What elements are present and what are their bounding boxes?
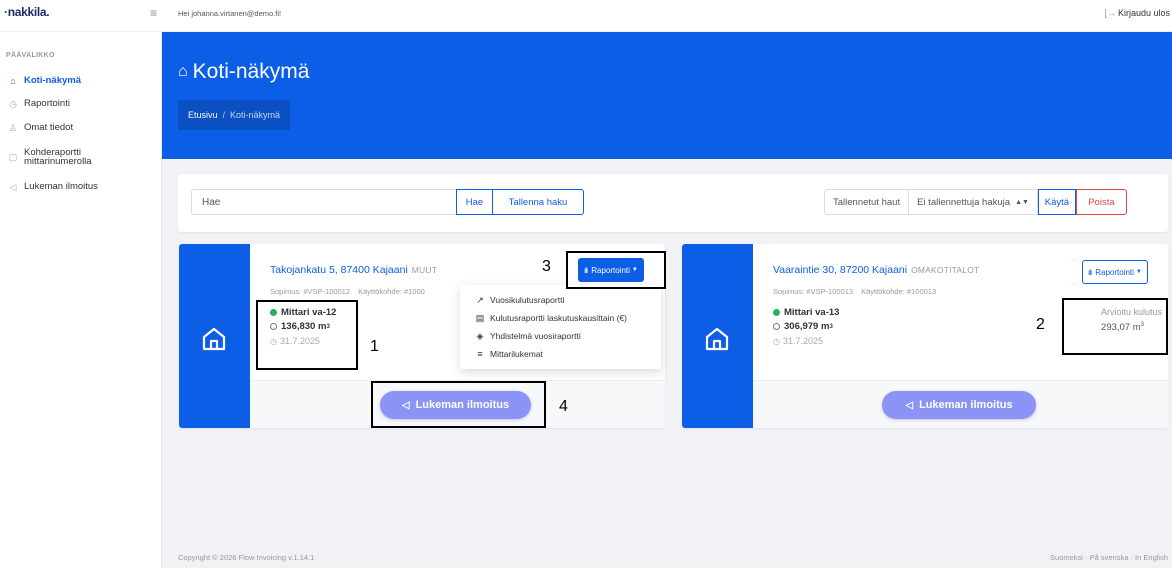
hero-header: ⌂ Koti-näkymä Etusivu / Koti-näkymä	[162, 32, 1172, 159]
select-arrows-icon: ▲▼	[1015, 198, 1029, 206]
meter-icon	[773, 323, 780, 330]
sidebar: PÄÄVALIKKO ⌂ Koti-näkymä ◷ Raportointi ♙…	[0, 32, 162, 568]
house-icon	[705, 327, 729, 351]
sidebar-item-reading-report[interactable]: ◁ Lukeman ilmoitus	[6, 182, 98, 192]
annotation-box-3	[566, 251, 666, 289]
saved-searches-label: Tallennetut haut	[824, 189, 910, 215]
annotation-number-1: 1	[370, 338, 379, 355]
document-icon: ▢	[8, 152, 18, 162]
send-icon: ◁	[905, 399, 914, 411]
property-contract: Sopimus: #VSP-100013 Käyttökohde: #100013	[773, 287, 937, 296]
property-card-sidebar	[179, 244, 250, 428]
user-icon: ♙	[8, 123, 18, 133]
hamburger-menu-icon[interactable]: ≡	[150, 6, 157, 20]
search-card: Hae Tallenna haku Tallennetut haut Ei ta…	[178, 174, 1168, 232]
sidebar-item-profile[interactable]: ♙ Omat tiedot	[6, 123, 73, 133]
file-icon: ▤	[475, 312, 485, 323]
apply-button[interactable]: Käytä	[1037, 189, 1076, 215]
clock-icon: ◷	[9, 99, 17, 109]
property-address[interactable]: Vaaraintie 30, 87200 Kajaani OMAKOTITALOT	[773, 264, 979, 276]
breadcrumb: Etusivu / Koti-näkymä	[178, 100, 291, 130]
property-contract: Sopimus: #VSP-100012 Käyttökohde: #1000	[270, 287, 425, 296]
save-search-button[interactable]: Tallenna haku	[493, 189, 584, 215]
reporting-dropdown-menu: ↗ Vuosikulutusraportti ▤ Kulutusraportti l…	[460, 285, 661, 369]
dropdown-item-meter-readings[interactable]: ≡ Mittarilukemat	[460, 345, 661, 363]
send-icon: ◁	[9, 182, 17, 192]
layers-icon: ◈	[476, 330, 484, 341]
search-button[interactable]: Hae	[456, 189, 493, 215]
property-card-sidebar	[682, 244, 753, 428]
reporting-dropdown-button[interactable]: ılı Raportointi ▼	[1082, 260, 1148, 284]
meter-date: ◷ 31.7.2025	[773, 336, 824, 346]
breadcrumb-home-link[interactable]: Etusivu	[188, 110, 218, 120]
list-icon: ≡	[477, 349, 483, 359]
top-bar: ·nakkila. ≡ Hei johanna.virtanen@demo.fi…	[0, 0, 1172, 32]
saved-searches-select[interactable]: Ei tallennettuja hakuja ▲▼	[909, 189, 1038, 215]
annotation-number-4: 4	[559, 398, 568, 415]
clock-icon: ◷	[773, 336, 780, 346]
caret-down-icon: ▼	[1135, 269, 1142, 275]
annotation-number-2: 2	[1036, 316, 1045, 333]
home-icon: ⌂	[10, 76, 16, 86]
sidebar-item-site-report[interactable]: ▢ Kohderaportti mittarinumerolla	[6, 148, 104, 167]
sidebar-heading: PÄÄVALIKKO	[6, 52, 55, 59]
logout-link[interactable]: [→ Kirjaudu ulos	[1104, 8, 1170, 18]
breadcrumb-current: Koti-näkymä	[230, 110, 281, 120]
sidebar-item-home[interactable]: ⌂ Koti-näkymä	[6, 76, 81, 86]
bar-chart-icon: ılı	[1088, 267, 1092, 277]
breadcrumb-separator: /	[222, 110, 226, 120]
meter-reading: 306,979 m3	[773, 321, 833, 332]
saved-searches-group: Tallennetut haut Ei tallennettuja hakuja…	[824, 189, 1127, 215]
property-card-footer: ◁ Lukeman ilmoitus	[753, 380, 1168, 428]
delete-button[interactable]: Poista	[1075, 189, 1127, 215]
logout-icon: [→	[1104, 8, 1116, 18]
annotation-box-2	[1062, 298, 1168, 355]
trend-icon: ↗	[476, 294, 484, 305]
annotation-box-4	[371, 381, 546, 428]
dropdown-item-billing-report[interactable]: ▤ Kulutusraportti laskutuskausittain (€)	[460, 309, 661, 327]
property-type: MUUT	[411, 265, 438, 275]
annotation-number-3: 3	[542, 258, 551, 275]
property-type: OMAKOTITALOT	[911, 265, 980, 275]
annotation-box-1	[256, 300, 358, 370]
page-title: ⌂ Koti-näkymä	[178, 60, 310, 83]
logo[interactable]: ·nakkila.	[4, 5, 50, 19]
house-icon	[202, 327, 226, 351]
user-greeting: Hei johanna.virtanen@demo.fi!	[178, 9, 282, 18]
home-icon: ⌂	[178, 63, 188, 80]
property-address[interactable]: Takojankatu 5, 87400 Kajaani MUUT	[270, 264, 437, 276]
dropdown-item-combined-report[interactable]: ◈ Yhdistelmä vuosiraportti	[460, 327, 661, 345]
logout-label: Kirjaudu ulos	[1117, 8, 1170, 18]
language-switcher[interactable]: Suomeksi · På svenska · In English	[1050, 553, 1168, 562]
search-input[interactable]	[191, 189, 456, 215]
dropdown-item-annual-report[interactable]: ↗ Vuosikulutusraportti	[460, 291, 661, 309]
status-dot-icon	[773, 309, 780, 316]
sidebar-item-reporting[interactable]: ◷ Raportointi	[6, 99, 70, 109]
report-reading-button[interactable]: ◁ Lukeman ilmoitus	[882, 391, 1036, 419]
meter-name: Mittari va-13	[773, 307, 839, 318]
copyright-text: Copyright © 2026 Flow Invoicing v.1.14.1	[178, 553, 315, 562]
